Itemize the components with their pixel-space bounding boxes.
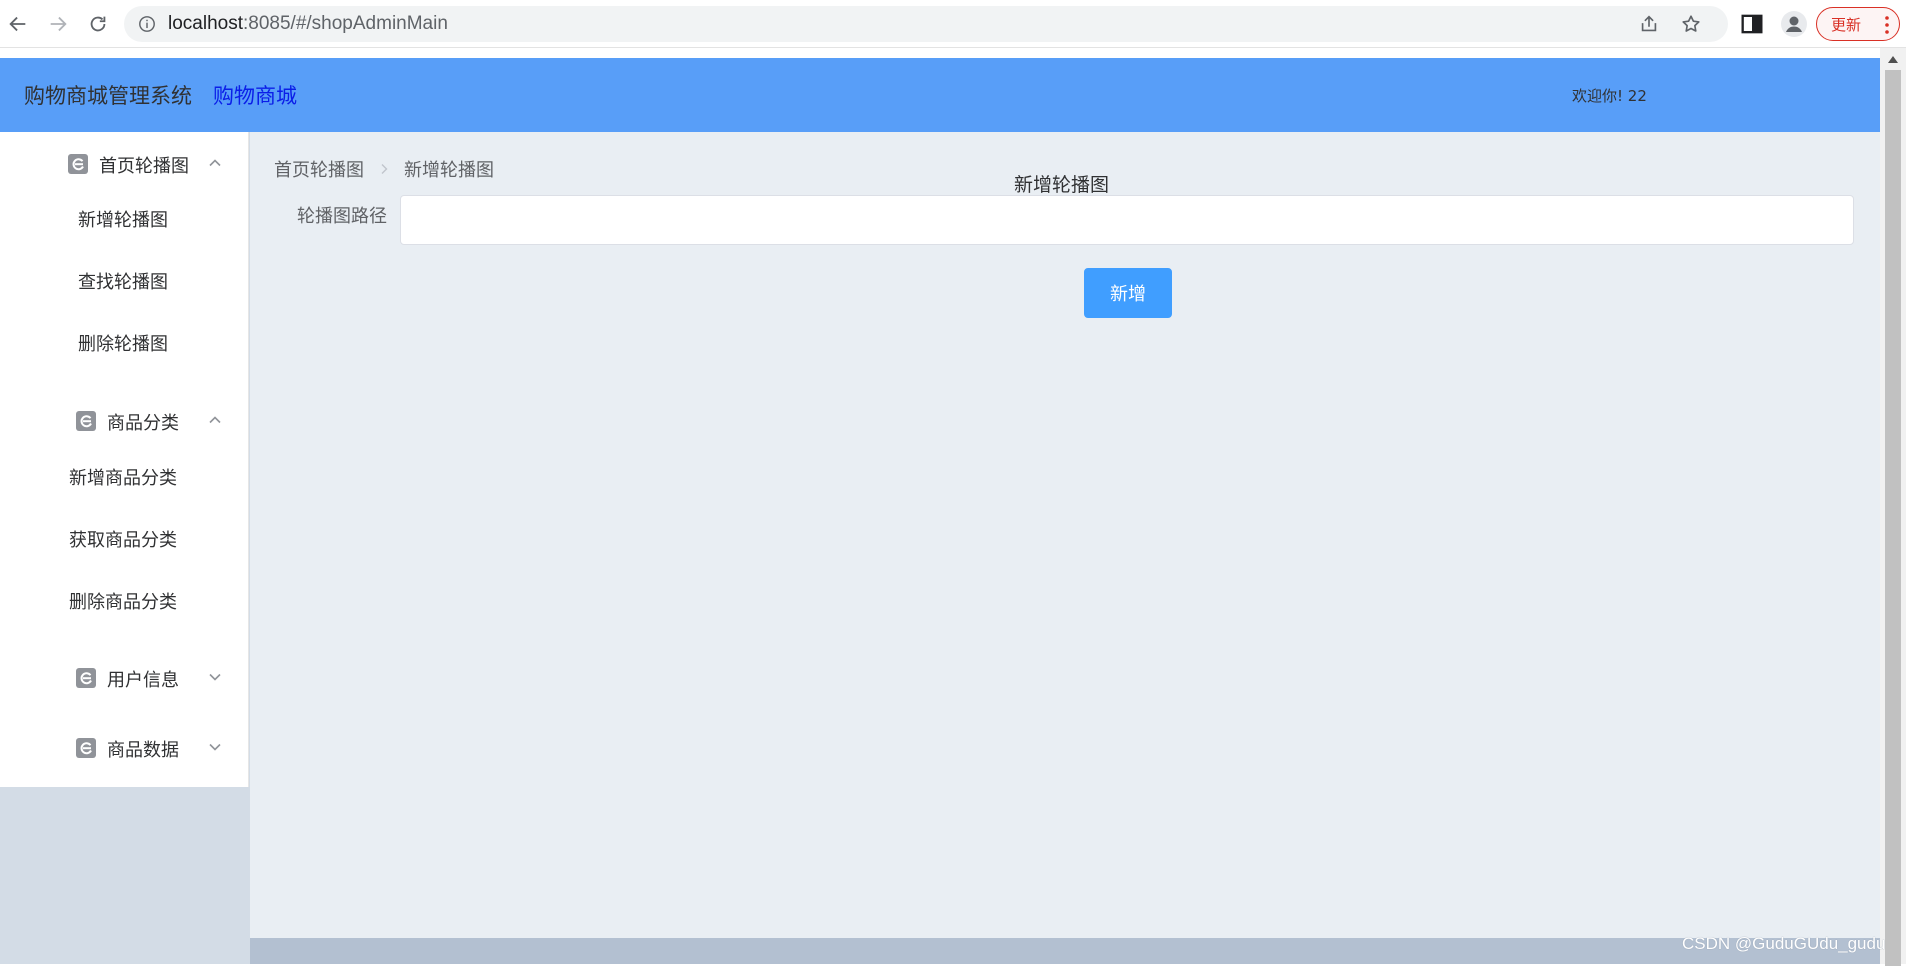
app-header: 购物商城管理系统 购物商城 欢迎你! 22 xyxy=(0,58,1880,132)
chevron-up-icon xyxy=(209,416,221,424)
menu-item-label: 新增轮播图 xyxy=(78,210,168,231)
app-footer xyxy=(250,938,1880,964)
back-button[interactable] xyxy=(4,10,32,38)
browser-toolbar: localhost:8085/#/shopAdminMain 更新 xyxy=(0,0,1906,48)
element-logo-icon xyxy=(76,668,96,688)
menu-item-add-banner[interactable]: 新增轮播图 xyxy=(0,192,249,242)
element-logo-icon xyxy=(76,738,96,758)
menu-item-delete-category[interactable]: 删除商品分类 xyxy=(0,574,249,624)
profile-avatar-icon[interactable] xyxy=(1780,10,1808,38)
submenu-user-info-label: 用户信息 xyxy=(107,670,179,691)
scroll-thumb[interactable] xyxy=(1885,70,1901,966)
submenu-category[interactable]: 商品分类 xyxy=(0,393,249,449)
url-host: localhost xyxy=(168,13,243,34)
reload-icon xyxy=(90,16,106,32)
chevron-down-icon xyxy=(209,673,221,681)
menu-item-get-category[interactable]: 获取商品分类 xyxy=(0,512,249,562)
more-vert-icon xyxy=(1885,16,1889,34)
submenu-banner[interactable]: 首页轮播图 xyxy=(0,136,249,192)
menu-item-label: 获取商品分类 xyxy=(69,530,177,551)
forward-button[interactable] xyxy=(44,10,72,38)
arrow-left-icon xyxy=(9,16,26,32)
url-text[interactable]: localhost:8085/#/shopAdminMain xyxy=(168,13,448,35)
menu-item-find-banner[interactable]: 查找轮播图 xyxy=(0,254,249,304)
menu-item-delete-banner[interactable]: 删除轮播图 xyxy=(0,316,249,366)
sidebar: 首页轮播图 新增轮播图 查找轮播图 删除轮播图 商品分类 新增商品分类 获取商品… xyxy=(0,132,250,964)
menu-item-label: 新增商品分类 xyxy=(69,468,177,489)
menu-item-label: 删除商品分类 xyxy=(69,592,177,613)
breadcrumb-item[interactable]: 首页轮播图 xyxy=(274,156,364,182)
share-icon[interactable] xyxy=(1638,13,1660,35)
element-logo-icon xyxy=(68,154,88,174)
bookmark-star-icon[interactable] xyxy=(1680,13,1702,35)
reload-button[interactable] xyxy=(84,10,112,38)
submenu-category-label: 商品分类 xyxy=(107,413,179,434)
page-scrollbar[interactable] xyxy=(1880,48,1906,966)
submenu-banner-label: 首页轮播图 xyxy=(99,156,189,177)
side-panel-icon[interactable] xyxy=(1738,10,1766,38)
app-page: 购物商城管理系统 购物商城 欢迎你! 22 首页轮播图 新增轮播图 查找轮播图 … xyxy=(0,58,1880,964)
banner-path-input[interactable] xyxy=(400,195,1854,245)
submenu-product-data-label: 商品数据 xyxy=(107,740,179,761)
submenu-product-data[interactable]: 商品数据 xyxy=(0,720,249,776)
chevron-up-icon xyxy=(209,159,221,167)
sidebar-menu: 首页轮播图 新增轮播图 查找轮播图 删除轮播图 商品分类 新增商品分类 获取商品… xyxy=(0,132,249,787)
shop-link[interactable]: 购物商城 xyxy=(213,80,297,110)
chevron-down-icon xyxy=(209,743,221,751)
breadcrumb-current: 新增轮播图 xyxy=(404,160,494,181)
chevron-right-icon xyxy=(381,164,388,174)
update-label: 更新 xyxy=(1831,15,1862,34)
welcome-text: 欢迎你! 22 xyxy=(1572,87,1647,105)
system-title: 购物商城管理系统 xyxy=(24,84,192,108)
arrow-right-icon xyxy=(50,16,67,32)
url-path: :8085/#/shopAdminMain xyxy=(243,13,448,34)
info-icon[interactable] xyxy=(138,15,156,33)
address-bar[interactable]: localhost:8085/#/shopAdminMain xyxy=(124,6,1728,42)
csdn-watermark: CSDN @GuduGUdu_gudu xyxy=(1682,934,1886,953)
element-logo-icon xyxy=(76,411,96,431)
menu-item-label: 查找轮播图 xyxy=(78,272,168,293)
menu-item-add-category[interactable]: 新增商品分类 xyxy=(0,450,249,500)
main-content: 首页轮播图 新增轮播图 新增轮播图 轮播图路径 新增 xyxy=(250,132,1880,938)
breadcrumb: 首页轮播图 新增轮播图 xyxy=(274,156,494,182)
banner-path-label: 轮播图路径 xyxy=(297,206,387,227)
menu-item-label: 删除轮播图 xyxy=(78,334,168,355)
submenu-user-info[interactable]: 用户信息 xyxy=(0,650,249,706)
form-title: 新增轮播图 xyxy=(1014,174,1110,196)
update-button[interactable]: 更新 xyxy=(1816,7,1900,41)
add-button[interactable]: 新增 xyxy=(1084,268,1172,318)
scroll-up-arrow-icon[interactable] xyxy=(1887,54,1899,64)
